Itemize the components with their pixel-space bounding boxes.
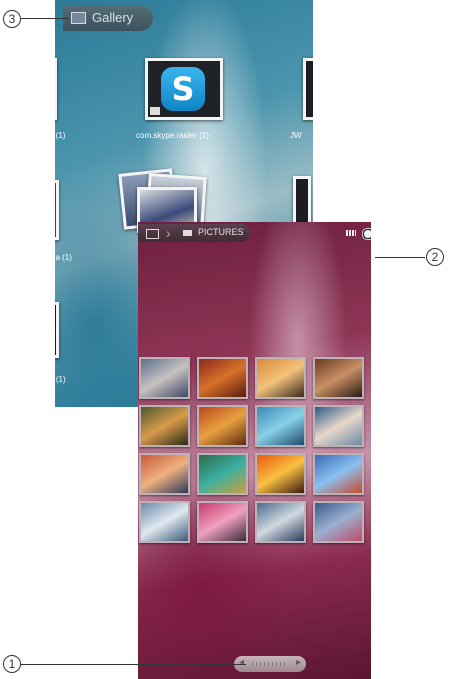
album-item[interactable] (55, 302, 67, 358)
toggle-knob (364, 230, 371, 238)
folder-title: PICTURES (198, 227, 244, 237)
album-thumbnail (293, 176, 311, 226)
photo-thumbnail[interactable] (255, 501, 306, 543)
skype-logo-icon: S (161, 67, 205, 111)
photo-thumbnail[interactable] (139, 405, 190, 447)
callout-3-leader (21, 18, 69, 19)
photo-thumbnail[interactable] (197, 405, 248, 447)
photo-thumbnail[interactable] (197, 453, 248, 495)
gallery-title: Gallery (92, 10, 134, 25)
photo-thumbnail[interactable] (313, 405, 364, 447)
album-label: com.skype.raider (1) (136, 131, 209, 140)
gallery-icon (71, 12, 86, 24)
photo-thumbnail[interactable] (139, 453, 190, 495)
album-thumbnail (303, 58, 313, 120)
album-thumbnail (55, 302, 59, 358)
callout-2: 2 (426, 248, 444, 266)
album-label: JW (290, 131, 302, 140)
photo-thumbnail[interactable] (197, 357, 248, 399)
callout-3: 3 (3, 10, 21, 28)
album-label: a (1) (55, 131, 66, 140)
chevron-right-icon[interactable]: ▸ (296, 657, 301, 668)
album-label: r (1) (55, 375, 66, 384)
album-label: ga (1) (55, 253, 72, 262)
pictures-screen: › PICTURES ◂ ▸ (138, 222, 371, 679)
breadcrumb[interactable]: › PICTURES (138, 224, 250, 242)
photo-thumbnail[interactable] (255, 453, 306, 495)
chevron-right-icon: › (166, 225, 171, 241)
pictures-top-bar: › PICTURES (138, 222, 371, 244)
photo-thumbnail[interactable] (255, 357, 306, 399)
callout-1: 1 (3, 655, 21, 673)
photo-thumbnail[interactable] (313, 453, 364, 495)
grid-view-icon[interactable] (346, 230, 356, 236)
album-item[interactable] (55, 180, 67, 240)
photo-thumbnail[interactable] (139, 357, 190, 399)
view-mode-toggle[interactable] (362, 228, 371, 240)
folder-icon (183, 230, 192, 236)
album-thumbnail (55, 180, 59, 240)
photo-thumbnail[interactable] (197, 501, 248, 543)
callout-1-leader (21, 664, 246, 665)
album-thumbnail (55, 58, 57, 120)
album-item[interactable] (303, 58, 313, 128)
photo-thumbnail[interactable] (313, 501, 364, 543)
scroll-track[interactable] (252, 662, 288, 666)
album-item[interactable] (293, 176, 313, 226)
album-thumbnail: S (145, 58, 223, 120)
home-icon[interactable] (146, 229, 159, 239)
photo-thumbnail[interactable] (255, 405, 306, 447)
callout-2-leader (375, 257, 425, 258)
photo-thumbnail[interactable] (139, 501, 190, 543)
album-marker-icon (150, 107, 160, 115)
photo-thumbnail[interactable] (313, 357, 364, 399)
gallery-title-bar[interactable]: Gallery (63, 5, 153, 31)
chevron-left-icon[interactable]: ◂ (239, 657, 244, 668)
